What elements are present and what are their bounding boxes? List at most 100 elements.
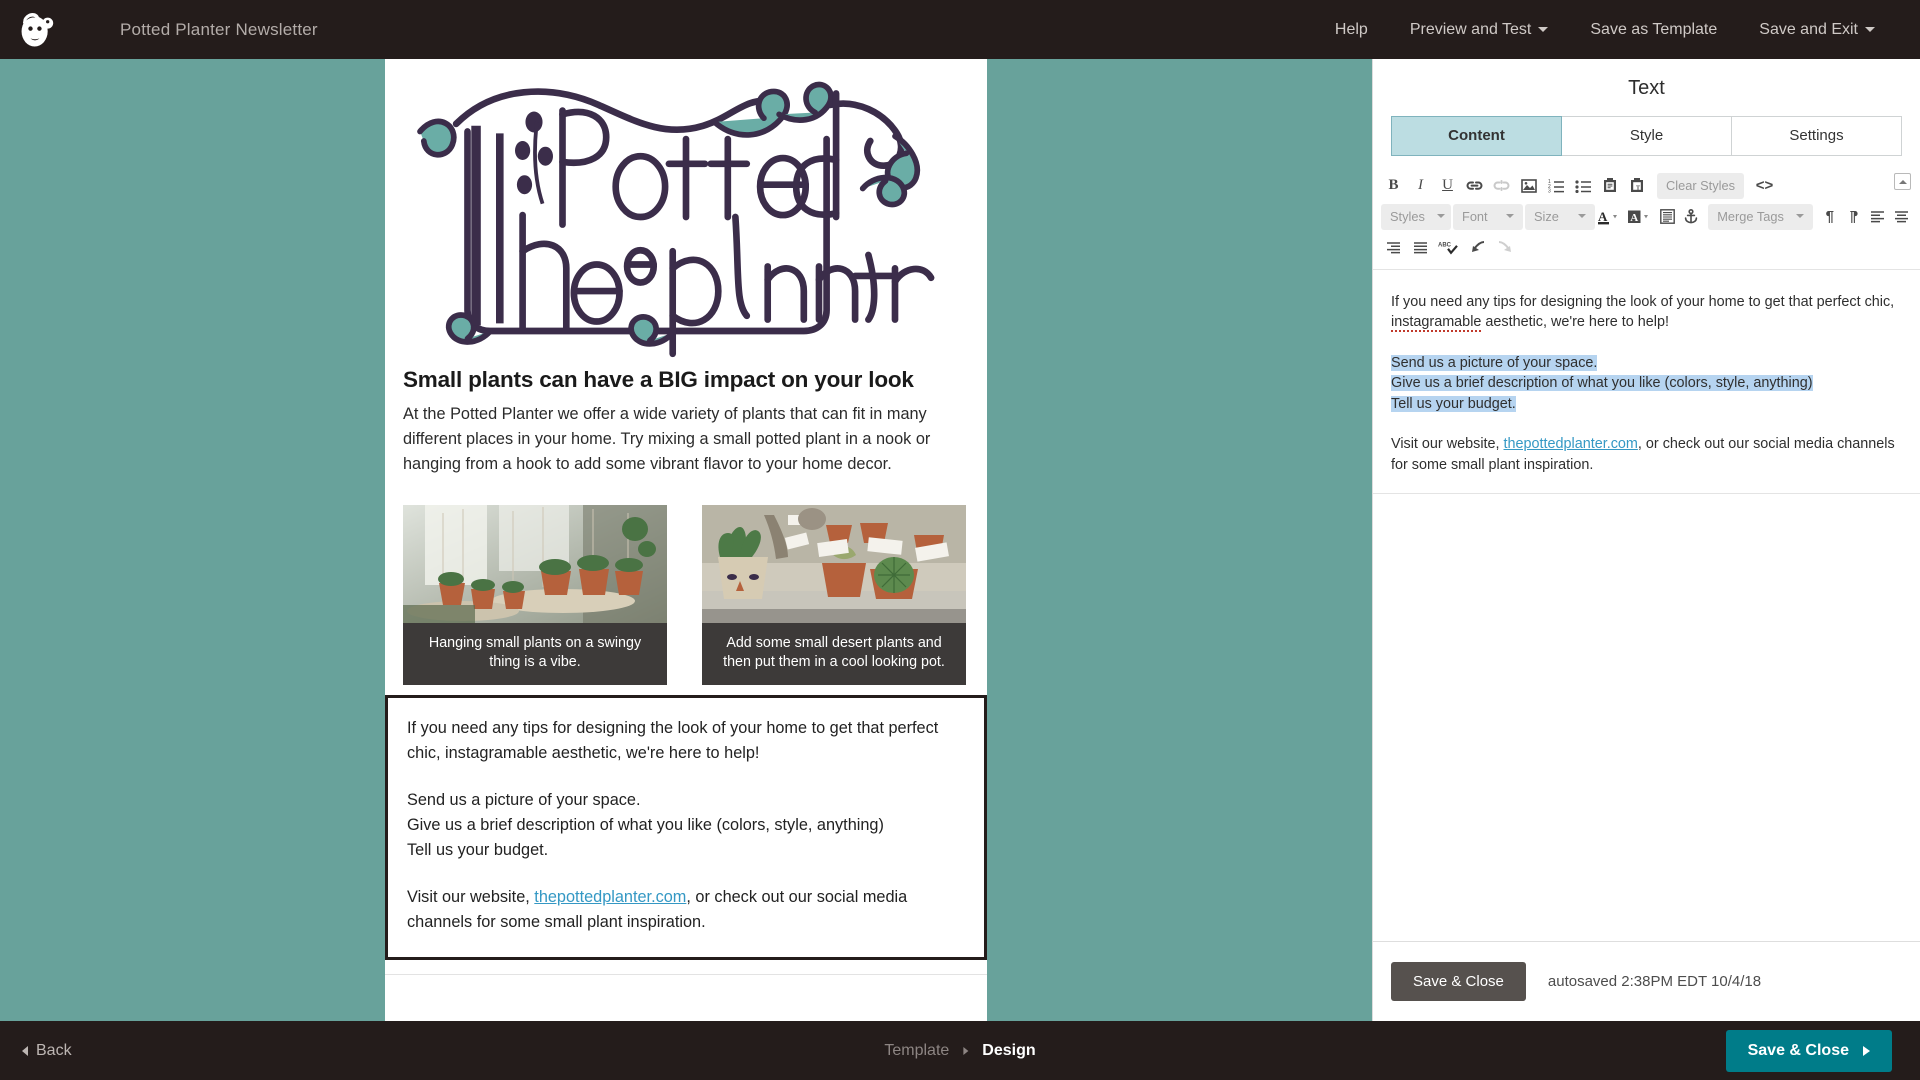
paragraph-mark-icon[interactable]: ¶: [1819, 204, 1841, 229]
paste-icon[interactable]: [1597, 173, 1622, 198]
email-body: Small plants can have a BIG impact on yo…: [385, 366, 987, 1021]
chevron-down-icon: [1538, 27, 1549, 32]
undo-icon[interactable]: [1465, 235, 1490, 260]
breadcrumb-template[interactable]: Template: [884, 1042, 949, 1060]
back-button[interactable]: Back: [22, 1042, 72, 1060]
toolbar-row-1: B I U 123 T Clear Styles <>: [1381, 170, 1912, 201]
tab-settings[interactable]: Settings: [1732, 116, 1902, 156]
text-block-line-1: Send us a picture of your space.: [407, 790, 641, 809]
text-background-color-icon[interactable]: A: [1627, 204, 1655, 229]
chevron-down-icon: [1578, 214, 1586, 218]
editor-selected-line-3: Tell us your budget.: [1391, 394, 1902, 414]
insert-link-icon[interactable]: [1462, 173, 1487, 198]
text-direction-icon[interactable]: ¶: [1843, 204, 1865, 229]
tab-style[interactable]: Style: [1562, 116, 1732, 156]
email-logo-block[interactable]: [385, 59, 987, 362]
next-content-block[interactable]: [385, 974, 987, 1021]
rich-text-editor-area[interactable]: If you need any tips for designing the l…: [1373, 270, 1920, 495]
panel-footer: Save & Close autosaved 2:38PM EDT 10/4/1…: [1373, 941, 1920, 1021]
toolbar-row-3: ABC: [1381, 232, 1912, 263]
redo-icon[interactable]: [1492, 235, 1517, 260]
rich-text-toolbar: B I U 123 T Clear Styles <> Styles Font …: [1373, 170, 1920, 270]
editor-paragraph-3: Visit our website, thepottedplanter.com,…: [1391, 434, 1902, 475]
campaign-title: Potted Planter Newsletter: [120, 19, 318, 39]
block-format-icon[interactable]: [1657, 204, 1679, 229]
desert-plants-photo: [702, 504, 966, 623]
editor-selected-text-3: Tell us your budget.: [1391, 395, 1516, 412]
footer-save-close-label: Save & Close: [1747, 1041, 1849, 1059]
italic-icon[interactable]: I: [1408, 173, 1433, 198]
breadcrumb-design: Design: [982, 1041, 1036, 1059]
text-before-link: Visit our website,: [407, 887, 535, 906]
merge-tags-label: Merge Tags: [1717, 208, 1784, 224]
svg-text:A: A: [1598, 209, 1608, 224]
nav-save-and-exit[interactable]: Save and Exit: [1738, 21, 1896, 39]
anchor-icon[interactable]: [1680, 204, 1702, 229]
email-headline[interactable]: Small plants can have a BIG impact on yo…: [403, 366, 969, 394]
mailchimp-freddie-icon[interactable]: [14, 8, 58, 52]
selected-text-block[interactable]: If you need any tips for designing the l…: [385, 694, 987, 961]
nav-save-as-template[interactable]: Save as Template: [1569, 21, 1738, 39]
editor-selected-text-2: Give us a brief description of what you …: [1391, 375, 1813, 392]
source-code-icon[interactable]: <>: [1752, 173, 1777, 198]
styles-dropdown-label: Styles: [1390, 208, 1425, 224]
nav-save-as-template-label: Save as Template: [1590, 20, 1718, 38]
numbered-list-icon[interactable]: 123: [1543, 173, 1568, 198]
text-block-paragraph-1: If you need any tips for designing the l…: [407, 718, 939, 762]
underline-icon[interactable]: U: [1435, 173, 1460, 198]
tab-content[interactable]: Content: [1391, 116, 1562, 156]
size-dropdown[interactable]: Size: [1525, 203, 1595, 230]
bulleted-list-icon[interactable]: [1570, 173, 1595, 198]
spelling-error-word: instagramable: [1391, 314, 1482, 333]
website-link[interactable]: thepottedplanter.com: [534, 888, 686, 906]
align-left-icon[interactable]: [1866, 204, 1888, 229]
size-dropdown-label: Size: [1534, 208, 1559, 224]
nav-preview-and-test[interactable]: Preview and Test: [1389, 21, 1570, 39]
hanging-plants-photo: [403, 504, 667, 623]
insert-image-icon[interactable]: [1516, 173, 1541, 198]
align-center-icon[interactable]: [1890, 204, 1912, 229]
email-template: Small plants can have a BIG impact on yo…: [385, 59, 987, 1021]
clear-styles-button[interactable]: Clear Styles: [1657, 172, 1744, 199]
top-navigation-bar: Potted Planter Newsletter Help Preview a…: [0, 0, 1920, 59]
nav-preview-and-test-label: Preview and Test: [1409, 20, 1532, 38]
bottom-navigation-bar: Back Template Design Save & Close: [0, 1021, 1920, 1080]
collapse-toolbar-icon[interactable]: [1894, 173, 1911, 190]
panel-save-close-button[interactable]: Save & Close: [1391, 962, 1526, 1001]
chevron-down-icon: [1795, 214, 1804, 218]
photo-card-desert-plants[interactable]: Add some small desert plants and then pu…: [702, 504, 966, 685]
align-right-icon[interactable]: [1381, 235, 1406, 260]
nav-save-and-exit-label: Save and Exit: [1759, 20, 1858, 38]
text-block-line-3: Tell us your budget.: [407, 840, 549, 859]
email-intro-paragraph[interactable]: At the Potted Planter we offer a wide va…: [403, 402, 969, 477]
editor-selected-text-1: Send us a picture of your space.: [1391, 354, 1598, 371]
chevron-down-icon: [1506, 214, 1514, 218]
photo-card-hanging-plants[interactable]: Hanging small plants on a swingy thing i…: [403, 504, 667, 685]
footer-save-close-button[interactable]: Save & Close: [1725, 1029, 1892, 1072]
align-justify-icon[interactable]: [1408, 235, 1433, 260]
nav-help-label: Help: [1334, 20, 1368, 38]
unlink-icon[interactable]: [1489, 173, 1514, 198]
email-design-canvas[interactable]: Small plants can have a BIG impact on yo…: [0, 59, 1372, 1021]
text-block-line-2: Give us a brief description of what you …: [407, 815, 884, 834]
text-color-icon[interactable]: A: [1597, 204, 1625, 229]
editor-text-before-link: Visit our website,: [1391, 436, 1504, 453]
paste-as-text-icon[interactable]: T: [1624, 173, 1649, 198]
spell-check-icon[interactable]: ABC: [1435, 235, 1463, 260]
editor-website-link[interactable]: thepottedplanter.com: [1504, 436, 1638, 452]
merge-tags-dropdown[interactable]: Merge Tags: [1708, 203, 1813, 230]
photo-caption-2: Add some small desert plants and then pu…: [702, 622, 966, 685]
chevron-right-icon: [963, 1046, 969, 1055]
font-dropdown-label: Font: [1462, 208, 1488, 224]
text-editor-panel: Text Content Style Settings B I U 1 2 3 …: [1372, 59, 1920, 1021]
autosave-status: autosaved 2:38PM EDT 10/4/18: [1547, 973, 1762, 990]
panel-tabs: Content Style Settings: [1391, 116, 1902, 156]
nav-help[interactable]: Help: [1314, 21, 1389, 39]
styles-dropdown[interactable]: Styles: [1381, 203, 1451, 230]
svg-text:T: T: [1636, 186, 1640, 192]
font-dropdown[interactable]: Font: [1453, 203, 1523, 230]
editor-text-after-spellerror: aesthetic, we're here to help!: [1481, 314, 1669, 331]
bold-icon[interactable]: B: [1381, 173, 1406, 198]
